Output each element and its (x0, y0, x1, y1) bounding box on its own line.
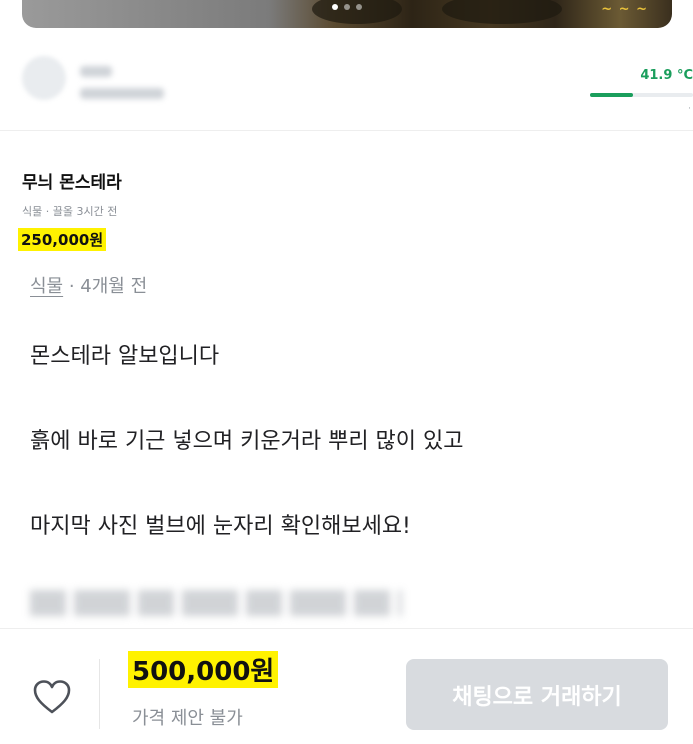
description-line: 마지막 사진 벌브에 눈자리 확인해보세요! (30, 514, 411, 539)
image-watermark: ~ ~ ~ (601, 2, 648, 17)
avatar[interactable] (22, 56, 66, 100)
chat-to-trade-button[interactable]: 채팅으로 거래하기 (406, 659, 668, 730)
listing-card-price: 250,000원 (18, 228, 107, 251)
leaf-shape (442, 0, 562, 24)
carousel-dot-active[interactable] (332, 4, 338, 10)
divider (99, 659, 100, 729)
category-row: 식물 · 4개월 전 (30, 272, 147, 298)
carousel-dot[interactable] (344, 4, 350, 10)
product-detail-page: ~ ~ ~ 41.9 °C · 무늬 몬스테라 식물 · 끌올 3시간 전 25… (0, 0, 693, 744)
manner-temperature-caption: · (688, 104, 691, 114)
listing-card-meta: 식물 · 끌올 3시간 전 (22, 205, 118, 218)
negotiation-status: 가격 제안 불가 (132, 708, 243, 729)
seller-name-blurred (80, 66, 112, 77)
manner-temperature-fill (590, 93, 634, 97)
listing-card-title: 무늬 몬스테라 (22, 173, 122, 193)
manner-temperature-bar (590, 93, 693, 97)
seller-profile-row[interactable]: 41.9 °C · (0, 40, 693, 131)
description-line-blurred (30, 590, 402, 616)
description-line: 흙에 바로 기근 넣으며 키운거라 뿌리 많이 있고 (30, 429, 464, 454)
posted-time: · 4개월 전 (63, 276, 148, 297)
seller-location-blurred (80, 88, 164, 99)
heart-icon[interactable] (32, 679, 72, 715)
manner-temperature: 41.9 °C (640, 68, 693, 83)
price: 500,000원 (128, 651, 279, 688)
carousel-dot[interactable] (356, 4, 362, 10)
product-image-carousel[interactable]: ~ ~ ~ (22, 0, 672, 28)
category-link[interactable]: 식물 (30, 276, 63, 297)
bottom-action-bar: 500,000원 가격 제안 불가 채팅으로 거래하기 (0, 628, 693, 744)
description-line: 몬스테라 알보입니다 (30, 344, 220, 369)
